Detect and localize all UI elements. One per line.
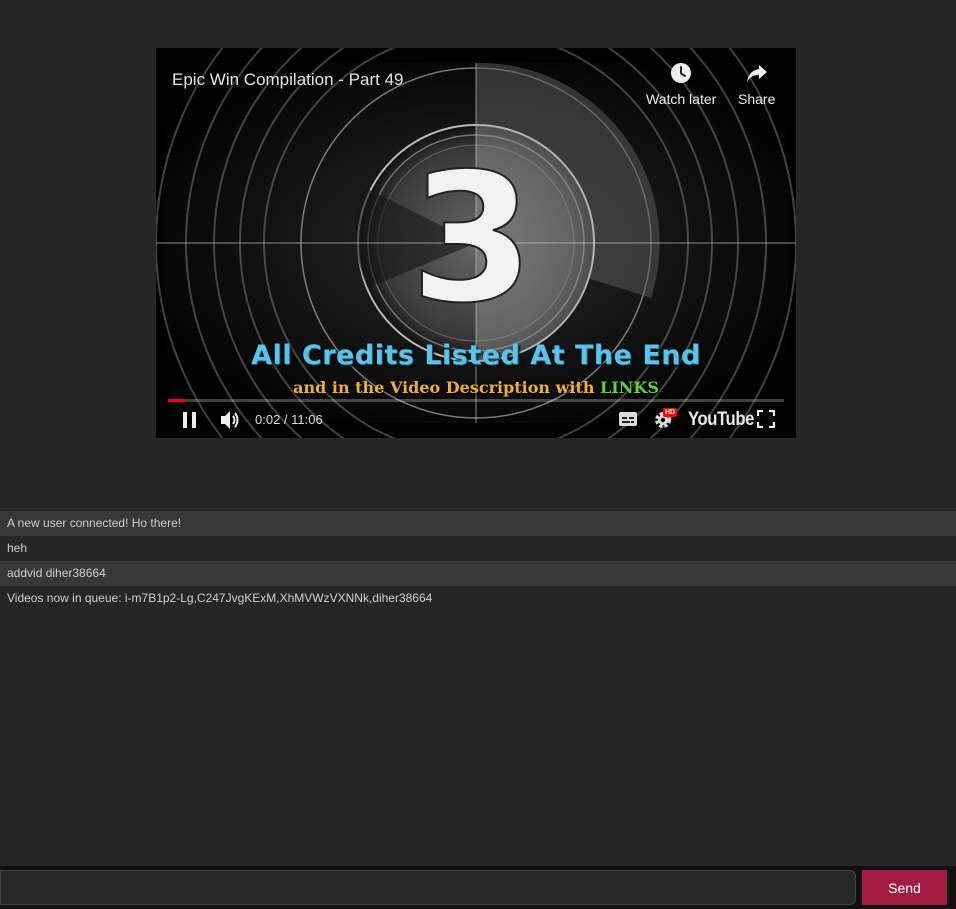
pause-icon	[180, 412, 200, 434]
hd-badge: HD	[663, 408, 678, 417]
fullscreen-icon	[756, 409, 776, 432]
time-display: 0:02 / 11:06	[255, 412, 323, 427]
message-input[interactable]	[0, 870, 856, 905]
settings-gear-icon	[653, 412, 673, 434]
volume-icon	[219, 411, 243, 435]
fullscreen-button[interactable]	[756, 409, 776, 433]
watch-later-button[interactable]: Watch later	[646, 62, 716, 107]
credits-headline: All Credits Listed At The End	[251, 340, 701, 371]
share-arrow-icon	[746, 62, 768, 87]
share-label: Share	[738, 91, 776, 107]
chat-message: addvid diher38664	[0, 561, 956, 586]
credits-subline: and in the Video Description with LINKS	[156, 378, 796, 397]
clock-icon	[670, 62, 692, 87]
watch-later-label: Watch later	[646, 91, 717, 107]
subtitles-button[interactable]	[618, 411, 638, 432]
message-composer: Send	[0, 866, 956, 909]
send-button[interactable]: Send	[862, 870, 947, 905]
subtitles-icon	[618, 412, 638, 431]
page: 3 Epic Win Compilation - Part 49 Watch l…	[0, 0, 956, 909]
chat-message: heh	[7, 541, 28, 555]
progress-bar[interactable]	[168, 399, 784, 402]
chat-message: Videos now in queue: i-m7B1p2-Lg,C247Jvg…	[7, 591, 433, 605]
video-title[interactable]: Epic Win Compilation - Part 49	[172, 70, 403, 90]
countdown-number: 3	[410, 135, 534, 342]
chat-message: A new user connected! Ho there!	[0, 511, 956, 536]
video-player[interactable]: 3 Epic Win Compilation - Part 49 Watch l…	[156, 48, 796, 438]
progress-fill	[168, 399, 187, 402]
chat-log: A new user connected! Ho there! heh addvid…	[0, 511, 956, 611]
credits-subline-links: LINKS	[600, 378, 659, 397]
volume-button[interactable]	[219, 409, 243, 436]
pause-button[interactable]	[180, 410, 200, 435]
credits-subline-text: and in the Video Description with	[293, 378, 601, 397]
share-button[interactable]: Share	[738, 62, 775, 107]
youtube-logo[interactable]: YouTube	[688, 409, 754, 431]
player-controls: 0:02 / 11:06 HD YouTube	[156, 406, 796, 434]
settings-button[interactable]: HD	[653, 408, 678, 435]
